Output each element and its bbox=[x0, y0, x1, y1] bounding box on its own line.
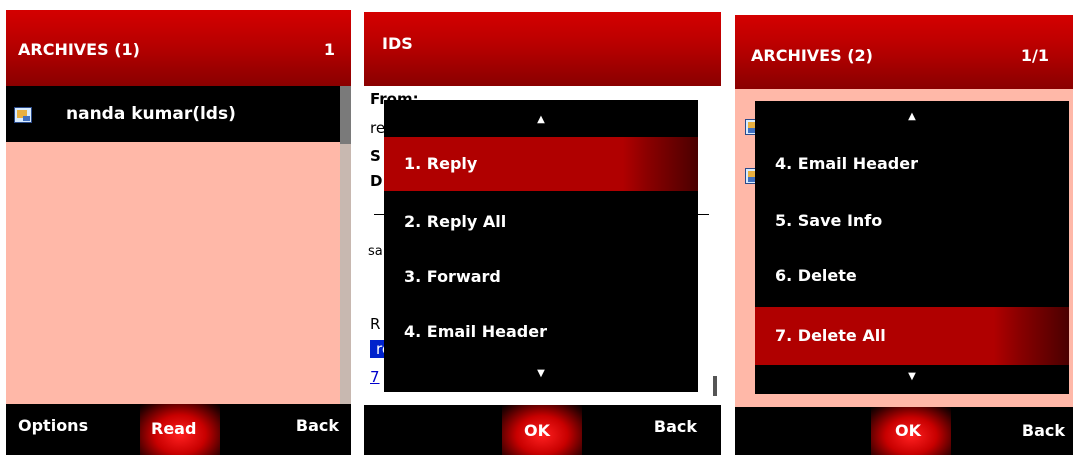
regards-text: R bbox=[370, 315, 381, 333]
from-value: re bbox=[370, 119, 386, 137]
screen-archives-2: ARCHIVES (2) 1/1 ▲ 4. Email Header 5. Sa… bbox=[735, 15, 1073, 455]
menu-item-label: 4. Email Header bbox=[404, 322, 547, 341]
scroll-up-icon[interactable]: ▲ bbox=[755, 111, 1069, 122]
softkey-bar: Options Read Back bbox=[6, 404, 351, 455]
options-menu: ▲ 4. Email Header 5. Save Info 6. Delete… bbox=[755, 101, 1069, 394]
back-softkey[interactable]: Back bbox=[654, 417, 697, 436]
title-bar: IDS bbox=[364, 12, 721, 86]
menu-item-label: 7. Delete All bbox=[775, 326, 886, 345]
menu-item-email-header[interactable]: 4. Email Header bbox=[755, 139, 1069, 189]
screen-title: ARCHIVES (2) bbox=[751, 46, 873, 65]
scroll-down-icon[interactable]: ▼ bbox=[384, 368, 698, 379]
screen-message-ids: IDS From: re S D sa R re 7 ▲ 1. Reply 2.… bbox=[364, 12, 721, 455]
menu-item-email-header[interactable]: 4. Email Header bbox=[384, 307, 698, 357]
mail-icon bbox=[14, 107, 32, 123]
menu-item-delete[interactable]: 6. Delete bbox=[755, 251, 1069, 301]
menu-item-delete-all[interactable]: 7. Delete All bbox=[755, 307, 1069, 365]
menu-item-label: 5. Save Info bbox=[775, 211, 883, 230]
scrollbar[interactable] bbox=[711, 86, 721, 406]
options-softkey[interactable]: Options bbox=[18, 416, 88, 435]
title-bar: ARCHIVES (1) 1 bbox=[6, 10, 351, 86]
screen-archives-1: ARCHIVES (1) 1 nanda kumar(lds) Options … bbox=[6, 10, 351, 455]
menu-item-label: 6. Delete bbox=[775, 266, 857, 285]
screen-title: ARCHIVES (1) bbox=[18, 40, 140, 59]
menu-item-forward[interactable]: 3. Forward bbox=[384, 252, 698, 302]
scrollbar-thumb[interactable] bbox=[340, 86, 351, 144]
list-item[interactable]: nanda kumar(lds) bbox=[6, 86, 340, 142]
body-text: sa bbox=[368, 244, 383, 259]
menu-item-label: 1. Reply bbox=[404, 154, 478, 173]
options-menu: ▲ 1. Reply 2. Reply All 3. Forward 4. Em… bbox=[384, 100, 698, 392]
page-indicator: 1 bbox=[323, 40, 335, 59]
menu-item-reply-all[interactable]: 2. Reply All bbox=[384, 197, 698, 247]
menu-item-reply[interactable]: 1. Reply bbox=[384, 137, 698, 191]
title-bar: ARCHIVES (2) 1/1 bbox=[735, 15, 1073, 89]
menu-item-label: 3. Forward bbox=[404, 267, 501, 286]
page-indicator: 1/1 bbox=[1020, 46, 1049, 65]
list-item-label: nanda kumar(lds) bbox=[66, 104, 236, 124]
back-softkey[interactable]: Back bbox=[296, 416, 339, 435]
read-softkey[interactable]: Read bbox=[151, 419, 196, 438]
scrollbar-thumb[interactable] bbox=[713, 376, 717, 396]
back-softkey[interactable]: Back bbox=[1022, 421, 1065, 440]
scrollbar[interactable] bbox=[340, 86, 351, 404]
menu-item-label: 2. Reply All bbox=[404, 212, 507, 231]
ok-softkey[interactable]: OK bbox=[524, 421, 550, 440]
menu-item-label: 4. Email Header bbox=[775, 154, 918, 173]
scroll-down-icon[interactable]: ▼ bbox=[755, 371, 1069, 382]
softkey-bar: OK Back bbox=[364, 405, 721, 455]
subject-label: S bbox=[370, 147, 381, 165]
date-label: D bbox=[370, 172, 383, 190]
scroll-up-icon[interactable]: ▲ bbox=[384, 114, 698, 125]
menu-item-save-info[interactable]: 5. Save Info bbox=[755, 196, 1069, 246]
ok-softkey[interactable]: OK bbox=[895, 421, 921, 440]
screen-title: IDS bbox=[382, 34, 413, 53]
softkey-bar: OK Back bbox=[735, 407, 1073, 455]
